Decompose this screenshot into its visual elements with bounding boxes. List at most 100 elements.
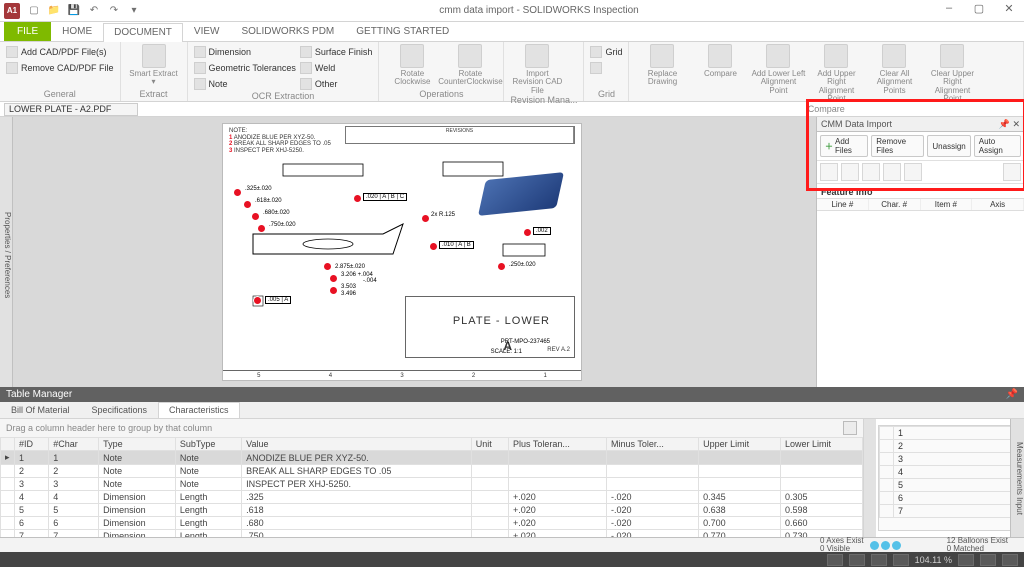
cell[interactable]: 2 (49, 465, 99, 478)
cell[interactable]: -.020 (607, 504, 699, 517)
row-selector-header[interactable] (1, 438, 15, 451)
table-row[interactable]: ▸11NoteNoteANODIZE BLUE PER XYZ-50. (1, 451, 863, 465)
cell[interactable]: .750 (242, 530, 472, 538)
rotate-ccw-button[interactable]: Rotate CounterClockwise (443, 44, 497, 87)
column-header[interactable]: Minus Toler... (607, 438, 699, 451)
cell[interactable]: 0.700 (699, 517, 781, 530)
cell[interactable]: -.020 (607, 530, 699, 538)
cell[interactable]: Note (175, 465, 241, 478)
cell[interactable] (471, 465, 508, 478)
col-axis[interactable]: Axis (972, 199, 1024, 210)
cell[interactable]: Dimension (99, 517, 176, 530)
smart-extract-button[interactable]: Smart Extract ▾ (127, 44, 181, 87)
cell[interactable]: 0.598 (781, 504, 863, 517)
grid-button[interactable]: Grid (590, 44, 622, 59)
cell[interactable] (699, 478, 781, 491)
nav-prev-icon[interactable] (849, 554, 865, 566)
ocr-dimension-button[interactable]: Dimension (194, 44, 296, 59)
cell[interactable]: 1 (49, 451, 99, 465)
cell[interactable]: 2 (15, 465, 49, 478)
cell[interactable]: 4 (49, 491, 99, 504)
tab-getting-started[interactable]: GETTING STARTED (345, 22, 460, 41)
cell[interactable]: 0.305 (781, 491, 863, 504)
nav-last-icon[interactable] (893, 554, 909, 566)
cell[interactable]: BREAK ALL SHARP EDGES TO .05 (242, 465, 472, 478)
table-row[interactable]: 33NoteNoteINSPECT PER XHJ-5250. (1, 478, 863, 491)
tab-specs[interactable]: Specifications (81, 402, 159, 418)
drawing-sheet[interactable]: NOTE: 1 ANODIZE BLUE PER XYZ-50. 2 BREAK… (222, 123, 582, 381)
left-sidebar-tab[interactable]: Properties / Preferences (0, 117, 13, 387)
document-tab[interactable]: LOWER PLATE - A2.PDF (4, 103, 138, 116)
cell[interactable]: 4 (15, 491, 49, 504)
cell[interactable]: 7 (15, 530, 49, 538)
clear-points-button[interactable]: Clear All Alignment Points (867, 44, 921, 95)
qat-new-icon[interactable]: ▢ (25, 2, 43, 20)
cell[interactable] (699, 465, 781, 478)
grid-options-icon[interactable] (843, 421, 857, 435)
tab-view[interactable]: VIEW (183, 22, 231, 41)
qat-open-icon[interactable]: 📁 (45, 2, 63, 20)
import-revision-button[interactable]: Import Revision CAD File (510, 44, 564, 95)
nav-first-icon[interactable] (827, 554, 843, 566)
cell[interactable]: -.020 (607, 491, 699, 504)
cell[interactable]: Note (99, 478, 176, 491)
ocr-gtol-button[interactable]: Geometric Tolerances (194, 60, 296, 75)
col-item[interactable]: Item # (921, 199, 973, 210)
cell[interactable] (471, 517, 508, 530)
cell[interactable]: 6 (15, 517, 49, 530)
cell[interactable] (781, 451, 863, 465)
cell[interactable] (781, 478, 863, 491)
ocr-other-button[interactable]: Other (300, 76, 373, 91)
list-item[interactable]: 1 (880, 427, 1017, 440)
cell[interactable]: Length (175, 491, 241, 504)
tab-bom[interactable]: Bill Of Material (0, 402, 81, 418)
column-header[interactable]: Type (99, 438, 176, 451)
zoom-in-icon[interactable] (980, 554, 996, 566)
pin-icon[interactable]: 📌 (999, 119, 1010, 129)
cell[interactable] (508, 451, 606, 465)
list-item[interactable]: 4 (880, 466, 1017, 479)
column-header[interactable]: SubType (175, 438, 241, 451)
col-char[interactable]: Char. # (869, 199, 921, 210)
list-item[interactable]: 7 (880, 505, 1017, 518)
column-header[interactable]: #Char (49, 438, 99, 451)
cell[interactable]: Note (99, 465, 176, 478)
remove-cad-button[interactable]: Remove CAD/PDF File (6, 60, 114, 75)
table-row[interactable]: 44DimensionLength.325+.020-.0200.3450.30… (1, 491, 863, 504)
nav-next-icon[interactable] (871, 554, 887, 566)
cell[interactable]: 1 (15, 451, 49, 465)
add-files-button[interactable]: ＋Add Files (820, 135, 868, 157)
cell[interactable] (781, 465, 863, 478)
tab-characteristics[interactable]: Characteristics (158, 402, 240, 418)
splitter[interactable] (864, 419, 876, 537)
cell[interactable] (471, 451, 508, 465)
cell[interactable]: 0.638 (699, 504, 781, 517)
column-header[interactable]: Lower Limit (781, 438, 863, 451)
add-ur-point-button[interactable]: Add Upper Right Alignment Point (809, 44, 863, 104)
list-item[interactable]: 3 (880, 453, 1017, 466)
maximize-icon[interactable]: ▢ (964, 2, 994, 20)
qat-more-icon[interactable]: ▾ (125, 2, 143, 20)
list-item[interactable]: 2 (880, 440, 1017, 453)
cmm-tool-5-icon[interactable] (904, 163, 922, 181)
minimize-icon[interactable]: – (934, 2, 964, 20)
cell[interactable] (471, 530, 508, 538)
cell[interactable] (471, 491, 508, 504)
cell[interactable] (607, 451, 699, 465)
ocr-note-button[interactable]: Note (194, 76, 296, 91)
list-item[interactable]: 6 (880, 492, 1017, 505)
pin-icon[interactable]: 📌 (1006, 389, 1018, 400)
cell[interactable]: 0.345 (699, 491, 781, 504)
unassign-button[interactable]: Unassign (927, 135, 970, 157)
cell[interactable]: .325 (242, 491, 472, 504)
cell[interactable]: 5 (49, 504, 99, 517)
measurements-input-tab[interactable]: Measurements Input (1010, 419, 1024, 537)
column-header[interactable]: Value (242, 438, 472, 451)
cell[interactable]: 7 (49, 530, 99, 538)
cell[interactable]: 0.730 (781, 530, 863, 538)
zoom-out-icon[interactable] (958, 554, 974, 566)
compare-button[interactable]: Compare (693, 44, 747, 78)
cell[interactable]: INSPECT PER XHJ-5250. (242, 478, 472, 491)
table-row[interactable]: 22NoteNoteBREAK ALL SHARP EDGES TO .05 (1, 465, 863, 478)
column-header[interactable]: Upper Limit (699, 438, 781, 451)
